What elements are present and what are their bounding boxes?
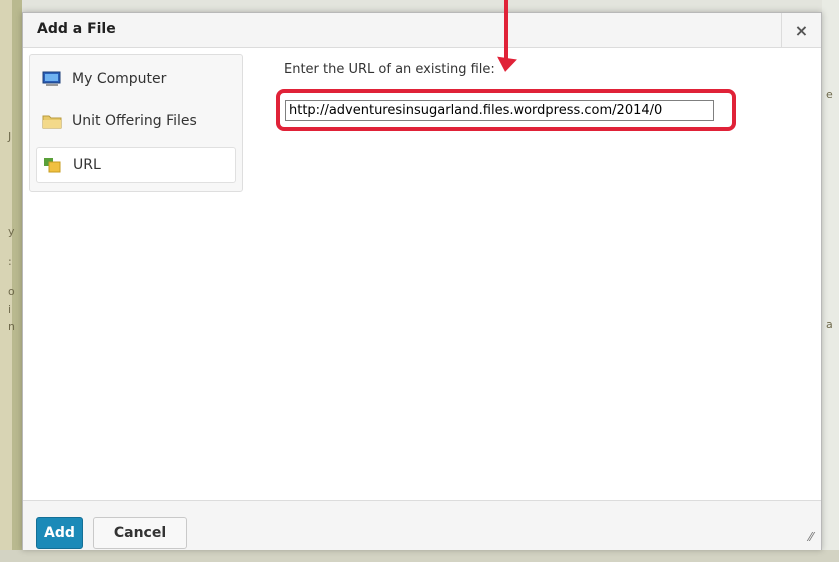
source-item-url[interactable]: URL (36, 147, 236, 183)
computer-icon (42, 71, 62, 87)
source-item-my-computer[interactable]: My Computer (36, 61, 236, 97)
add-file-dialog: Add a File × My Computer Unit Offering F… (22, 12, 822, 550)
dialog-header: Add a File × (23, 13, 821, 48)
source-label: URL (73, 157, 101, 173)
annotation-arrow-icon (495, 56, 517, 74)
backdrop-text: e (826, 88, 833, 101)
backdrop-left-inner (0, 0, 12, 562)
annotation-arrow-shaft (504, 0, 508, 62)
dialog-title: Add a File (37, 21, 116, 37)
backdrop-left: J y : o i n (0, 0, 22, 562)
dialog-footer: Add Cancel ⁄⁄ (23, 500, 821, 550)
backdrop-text: : (8, 255, 12, 268)
backdrop-text: y (8, 225, 15, 238)
source-label: Unit Offering Files (72, 113, 197, 129)
url-field-label: Enter the URL of an existing file: (284, 62, 495, 77)
url-icon (43, 157, 63, 173)
annotation-highlight-box (276, 89, 736, 131)
backdrop-text: J (8, 130, 12, 143)
resize-grip-icon[interactable]: ⁄⁄ (809, 530, 813, 544)
source-list: My Computer Unit Offering Files URL (29, 54, 243, 192)
backdrop-text: i (8, 303, 12, 316)
source-item-unit-offering-files[interactable]: Unit Offering Files (36, 103, 236, 139)
close-icon: × (794, 20, 809, 40)
source-label: My Computer (72, 71, 167, 87)
backdrop-text: a (826, 318, 833, 331)
close-button[interactable]: × (781, 13, 821, 47)
backdrop-bottom (0, 550, 839, 562)
backdrop-text: o (8, 285, 15, 298)
backdrop-text: n (8, 320, 15, 333)
add-button[interactable]: Add (36, 517, 83, 549)
backdrop-right: e a (822, 0, 839, 562)
folder-icon (42, 113, 62, 129)
cancel-button[interactable]: Cancel (93, 517, 187, 549)
backdrop-top (0, 0, 839, 12)
